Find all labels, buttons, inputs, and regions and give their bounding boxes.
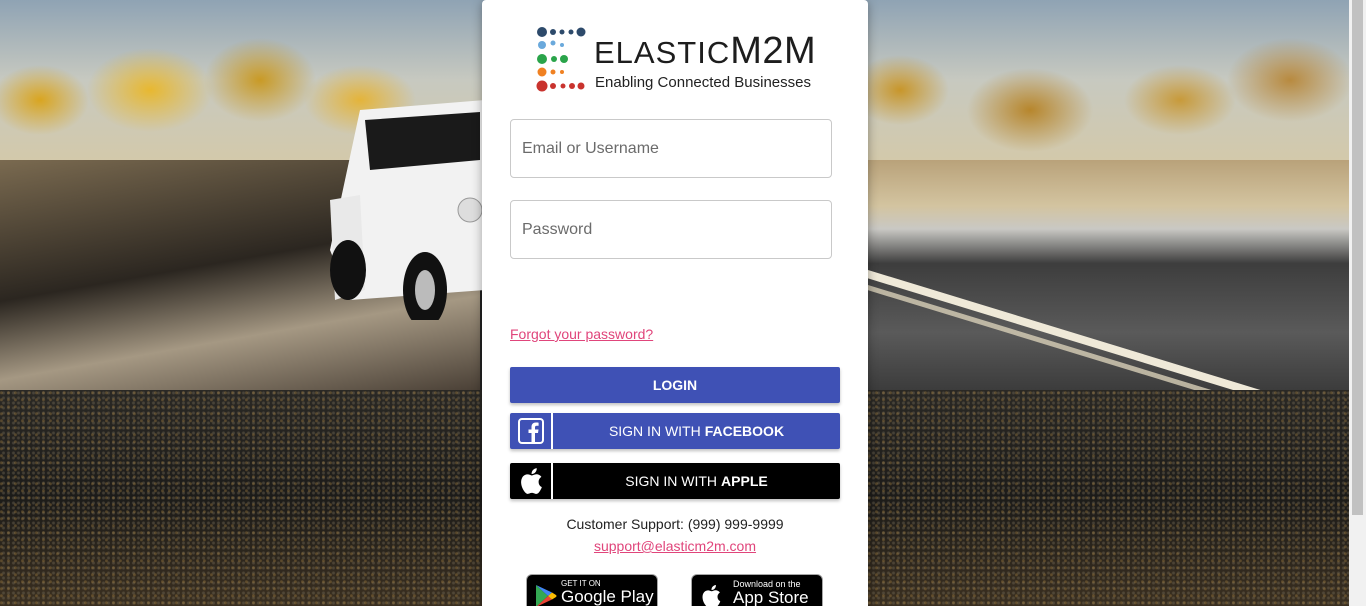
google-play-badge[interactable]: GET IT ON Google Play [526,574,658,606]
google-play-big-text: Google Play [561,587,654,606]
forgot-password-link[interactable]: Forgot your password? [510,326,653,342]
google-play-icon [536,585,557,606]
scrollbar-thumb[interactable] [1352,0,1363,515]
login-button[interactable]: LOGIN [510,367,840,403]
apple-signin-prefix: SIGN IN WITH [625,473,718,489]
support-email-link[interactable]: support@elasticm2m.com [594,538,756,554]
brand-name-part2: M2M [730,30,817,72]
brand-tagline: Enabling Connected Businesses [595,74,811,91]
facebook-signin-label: SIGN IN WITH FACEBOOK [553,413,840,449]
apple-signin-label: SIGN IN WITH APPLE [553,463,840,499]
brand-name-part1: ELASTIC [594,35,731,70]
logo-dots-icon [536,27,586,92]
apple-signin-button[interactable]: SIGN IN WITH APPLE [510,463,840,499]
facebook-signin-button[interactable]: SIGN IN WITH FACEBOOK [510,413,840,449]
apple-icon [702,584,721,606]
facebook-signin-brand: FACEBOOK [704,423,785,439]
apple-signin-brand: APPLE [721,473,768,489]
facebook-signin-prefix: SIGN IN WITH [608,423,701,439]
apple-icon [510,463,553,499]
facebook-icon [510,413,553,449]
brand-logo: ELASTICM2M Enabling Connected Businesses [536,26,826,96]
brand-name: ELASTICM2M [594,32,816,70]
email-input[interactable] [510,119,832,178]
password-input[interactable] [510,200,832,259]
support-email-row: support@elasticm2m.com [482,538,868,554]
background-road-right [868,160,1349,390]
support-phone: Customer Support: (999) 999-9999 [566,516,784,532]
app-store-big-text: App Store [733,588,809,606]
car-illustration [330,100,485,320]
app-store-badge[interactable]: Download on the App Store [691,574,823,606]
